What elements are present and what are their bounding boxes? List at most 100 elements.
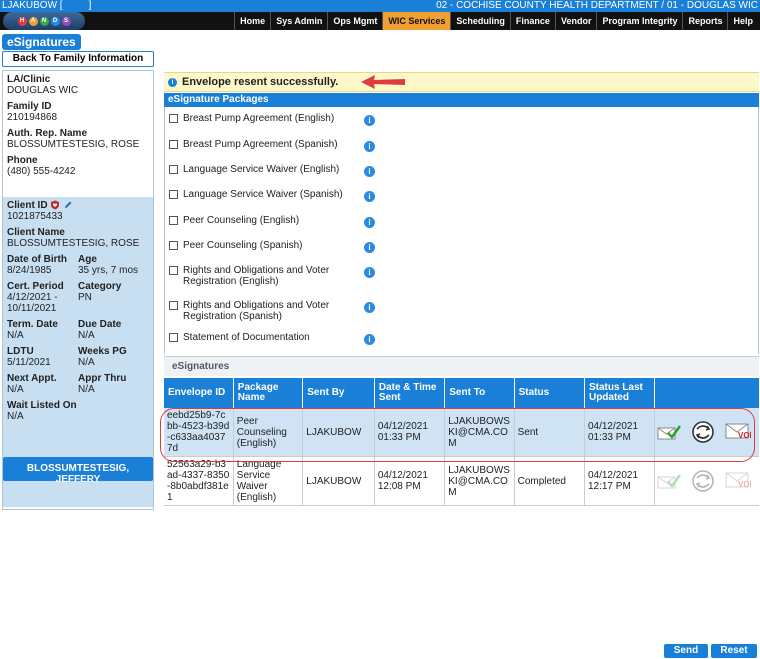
- package-checkbox[interactable]: [169, 241, 178, 250]
- shield-heart-icon: [51, 200, 60, 210]
- void-envelope-icon[interactable]: VOID: [725, 422, 751, 442]
- nav-program-integrity[interactable]: Program Integrity: [596, 12, 682, 30]
- package-info-icon[interactable]: i: [364, 267, 375, 278]
- package-info-icon[interactable]: i: [364, 302, 375, 313]
- col-status-updated: Status Last Updated: [584, 378, 656, 408]
- status-updated-cell: 04/12/2021 01:33 PM: [584, 408, 656, 457]
- package-item: Peer Counseling (English) i: [169, 215, 375, 228]
- appr-thru-label: Appr Thru: [78, 373, 127, 384]
- nav-help[interactable]: Help: [727, 12, 758, 30]
- package-info-icon[interactable]: i: [364, 334, 375, 345]
- package-name: Peer Counseling (English): [183, 215, 300, 226]
- current-user: LJAKUBOW []: [2, 0, 92, 11]
- resend-refresh-icon: [692, 470, 715, 492]
- resend-refresh-icon[interactable]: [690, 420, 716, 444]
- col-date-sent: Date & Time Sent: [374, 378, 446, 408]
- sent-by-cell: LJAKUBOW: [302, 456, 375, 506]
- status-cell: Completed: [514, 456, 585, 506]
- package-checkbox[interactable]: [169, 216, 178, 225]
- client-id-value: 1021875433: [7, 211, 63, 222]
- nav-scheduling[interactable]: Scheduling: [450, 12, 510, 30]
- package-info-icon[interactable]: i: [364, 115, 375, 126]
- logo-letter-d: D: [50, 16, 60, 26]
- dob-value: 8/24/1985: [7, 265, 52, 276]
- la-clinic-value: DOUGLAS WIC: [7, 85, 79, 96]
- nav-vendor[interactable]: Vendor: [554, 12, 597, 30]
- back-to-family-button[interactable]: Back To Family Information: [2, 51, 154, 67]
- package-item: Breast Pump Agreement (Spanish) i: [169, 139, 375, 152]
- nav-finance[interactable]: Finance: [509, 12, 555, 30]
- logo-letter-n: N: [39, 16, 49, 26]
- term-date-value: N/A: [7, 330, 24, 341]
- package-item: Peer Counseling (Spanish) i: [169, 240, 375, 253]
- family-id-value: 210194868: [7, 112, 58, 123]
- edit-pencil-icon[interactable]: [63, 200, 73, 210]
- package-name: Language Service Waiver (Spanish): [183, 189, 343, 200]
- appr-thru-value: N/A: [78, 384, 95, 395]
- term-date-label: Term. Date: [7, 319, 58, 330]
- package-info-icon[interactable]: i: [364, 217, 375, 228]
- wait-listed-value: N/A: [7, 411, 24, 422]
- other-client-button[interactable]: BLOSSUMTESTESIG, JEFFERY: [3, 457, 153, 485]
- reset-button[interactable]: Reset: [711, 644, 757, 658]
- wait-listed-label: Wait Listed On: [7, 400, 77, 411]
- package-checkbox[interactable]: [169, 333, 178, 342]
- nav-reports[interactable]: Reports: [682, 12, 727, 30]
- sent-to-cell: LJAKUBOWSKI@CMA.COM: [444, 408, 515, 457]
- phone-value: (480) 555-4242: [7, 166, 76, 177]
- package-checkbox[interactable]: [169, 266, 178, 275]
- weeks-pg-value: N/A: [78, 357, 95, 368]
- nav-sys-admin[interactable]: Sys Admin: [270, 12, 327, 30]
- envelope-id-cell: 52563a29-b3ad-4337-8350-8b0abdf381e1: [164, 456, 234, 506]
- col-package-name: Package Name: [233, 378, 304, 408]
- package-item: Language Service Waiver (Spanish) i: [169, 189, 375, 202]
- package-info-icon[interactable]: i: [364, 242, 375, 253]
- send-button[interactable]: Send: [664, 644, 708, 658]
- col-status: Status: [514, 378, 585, 408]
- package-info-icon[interactable]: i: [364, 141, 375, 152]
- nav-home[interactable]: Home: [234, 12, 270, 30]
- col-sent-by: Sent By: [302, 378, 375, 408]
- page-title: eSignatures: [2, 34, 81, 50]
- ldtu-value: 5/11/2021: [7, 357, 51, 368]
- next-appt-value: N/A: [7, 384, 24, 395]
- package-checkbox[interactable]: [169, 301, 178, 310]
- package-name: Peer Counseling (Spanish): [183, 240, 303, 251]
- row-actions: VOID: [654, 408, 759, 457]
- hands-logo: H A N D S: [3, 12, 85, 30]
- envelope-check-icon[interactable]: [657, 424, 682, 440]
- esignatures-table: Envelope ID Package Name Sent By Date & …: [164, 378, 759, 506]
- due-date-label: Due Date: [78, 319, 122, 330]
- sent-by-cell: LJAKUBOW: [302, 408, 375, 457]
- client-name-label: Client Name: [7, 227, 65, 238]
- col-envelope-id: Envelope ID: [164, 378, 234, 408]
- col-actions: [654, 378, 759, 408]
- nav-ops-mgmt[interactable]: Ops Mgmt: [327, 12, 382, 30]
- package-item: Breast Pump Agreement (English) i: [169, 113, 375, 126]
- main-nav: Home Sys Admin Ops Mgmt WIC Services Sch…: [234, 12, 758, 30]
- red-arrow-annotation: [361, 75, 405, 89]
- family-info-panel: LA/Clinic DOUGLAS WIC Family ID 210194868 …: [2, 70, 154, 510]
- package-checkbox[interactable]: [169, 140, 178, 149]
- logo-letter-a: A: [28, 16, 38, 26]
- dob-label: Date of Birth: [7, 254, 67, 265]
- package-checkbox[interactable]: [169, 190, 178, 199]
- envelope-id-cell: eebd25b9-7cbb-4523-b39d-c633aa40377d: [164, 408, 234, 457]
- void-label: VOID: [738, 431, 751, 440]
- package-name-cell: Language Service Waiver (English): [233, 456, 304, 506]
- package-info-icon[interactable]: i: [364, 191, 375, 202]
- row-actions: VOID: [654, 456, 759, 506]
- package-checkbox[interactable]: [169, 114, 178, 123]
- package-name: Language Service Waiver (English): [183, 164, 340, 175]
- package-checkbox[interactable]: [169, 165, 178, 174]
- family-id-label: Family ID: [7, 101, 52, 112]
- envelope-check-icon: [657, 474, 682, 489]
- package-info-icon[interactable]: i: [364, 166, 375, 177]
- age-label: Age: [78, 254, 97, 265]
- table-row: 52563a29-b3ad-4337-8350-8b0abdf381e1 Lan…: [164, 456, 759, 506]
- la-clinic-label: LA/Clinic: [7, 74, 51, 85]
- nav-wic-services[interactable]: WIC Services: [382, 12, 451, 30]
- status-updated-cell: 04/12/2021 12:17 PM: [584, 456, 656, 506]
- phone-label: Phone: [7, 155, 38, 166]
- logo-letter-s: S: [61, 16, 71, 26]
